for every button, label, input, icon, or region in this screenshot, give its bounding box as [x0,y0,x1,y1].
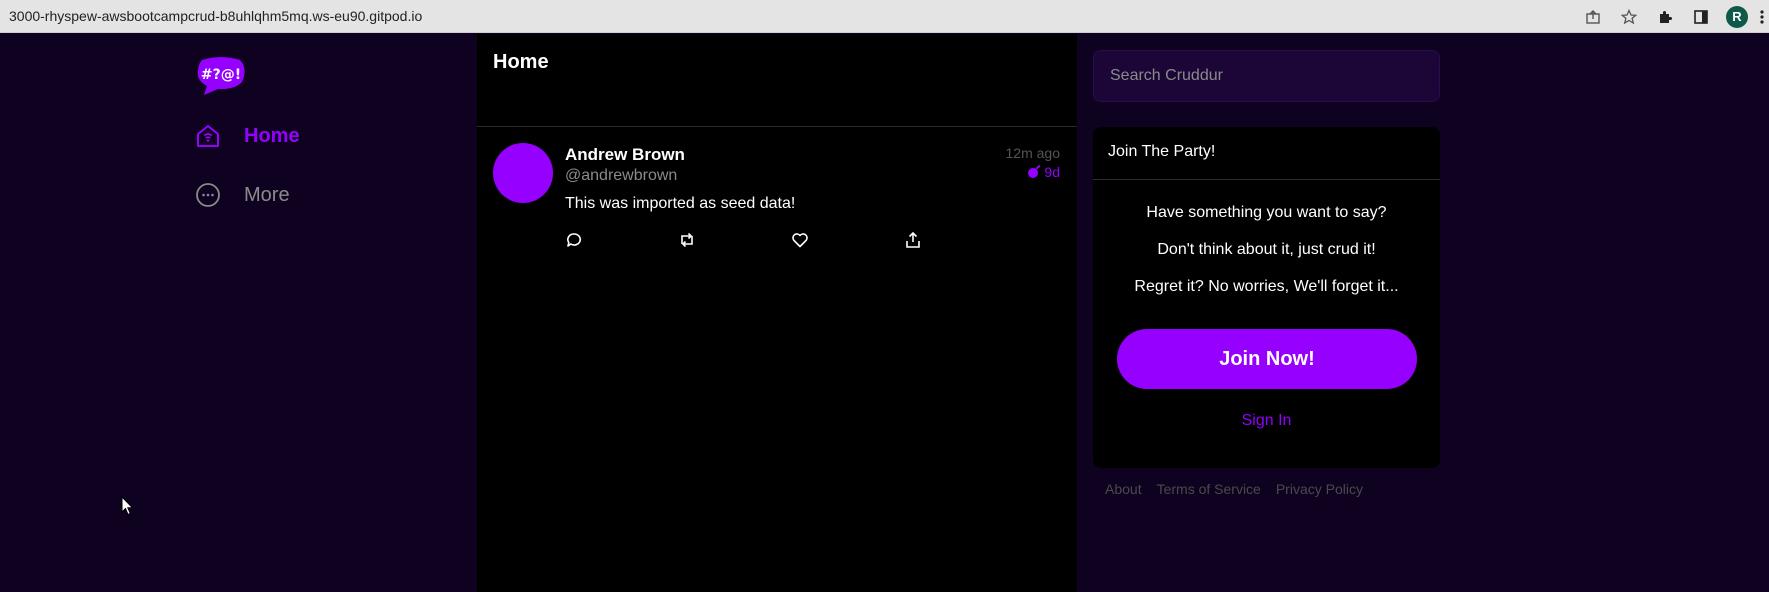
bookmark-star-icon[interactable] [1611,0,1647,33]
prompt-line: Regret it? No worries, We'll forget it..… [1134,278,1399,295]
join-now-button[interactable]: Join Now! [1117,329,1417,389]
reply-icon[interactable] [559,225,589,255]
repost-icon[interactable] [672,225,702,255]
sidebar: #?@! Home More [0,34,477,592]
share-icon[interactable] [1575,0,1611,33]
expires-label: 9d [1044,164,1060,180]
sidebar-item-home[interactable]: Home [195,123,300,149]
browser-toolbar: 3000-rhyspew-awsbootcampcrud-b8uhlqhm5mq… [0,0,1769,33]
activity-actions [559,225,1059,255]
activity-item[interactable]: Andrew Brown @andrewbrown 12m ago 9d Thi… [477,127,1077,277]
search-input[interactable] [1093,50,1440,102]
home-icon [195,123,221,149]
prompt-line: Don't think about it, just crud it! [1157,241,1376,258]
feed-header: Home [477,34,1077,127]
mouse-cursor-icon [121,496,134,516]
page-title: Home [493,51,549,73]
card-title: Join The Party! [1093,127,1440,180]
sidebar-item-label: Home [244,124,300,147]
extensions-icon[interactable] [1647,0,1683,33]
profile-initial: R [1726,5,1748,28]
expires-at: 9d [1027,164,1060,180]
avatar[interactable] [493,143,553,203]
footer-links: About Terms of Service Privacy Policy [1105,481,1378,497]
created-at: 12m ago [1005,145,1060,161]
sidebar-item-more[interactable]: More [195,182,290,208]
browser-actions: R [1575,0,1769,33]
footer-link-terms[interactable]: Terms of Service [1157,481,1261,497]
browser-menu-icon[interactable] [1755,0,1769,33]
sign-in-link[interactable]: Sign In [1093,412,1440,430]
more-icon [195,182,221,208]
cruddur-app: #?@! Home More Home Andrew Brown @andrew… [0,34,1769,592]
footer-link-privacy[interactable]: Privacy Policy [1276,481,1363,497]
display-name[interactable]: Andrew Brown [565,145,685,165]
activity-message: This was imported as seed data! [565,195,796,212]
like-heart-icon[interactable] [785,225,815,255]
cruddur-logo[interactable]: #?@! [196,56,246,96]
profile-avatar[interactable]: R [1719,0,1755,33]
home-feed: Home Andrew Brown @andrewbrown 12m ago 9… [477,34,1077,592]
handle[interactable]: @andrewbrown [565,167,677,185]
join-party-card: Join The Party! Have something you want … [1093,127,1440,468]
side-panel-icon[interactable] [1683,0,1719,33]
share-icon[interactable] [898,225,928,255]
prompt-line: Have something you want to say? [1146,204,1387,221]
sidebar-item-label: More [244,183,290,206]
footer-link-about[interactable]: About [1105,481,1142,497]
right-sidebar: Join The Party! Have something you want … [1077,34,1769,592]
bomb-icon [1028,165,1041,178]
address-bar[interactable]: 3000-rhyspew-awsbootcampcrud-b8uhlqhm5mq… [9,8,422,24]
logo-text: #?@! [201,67,241,83]
